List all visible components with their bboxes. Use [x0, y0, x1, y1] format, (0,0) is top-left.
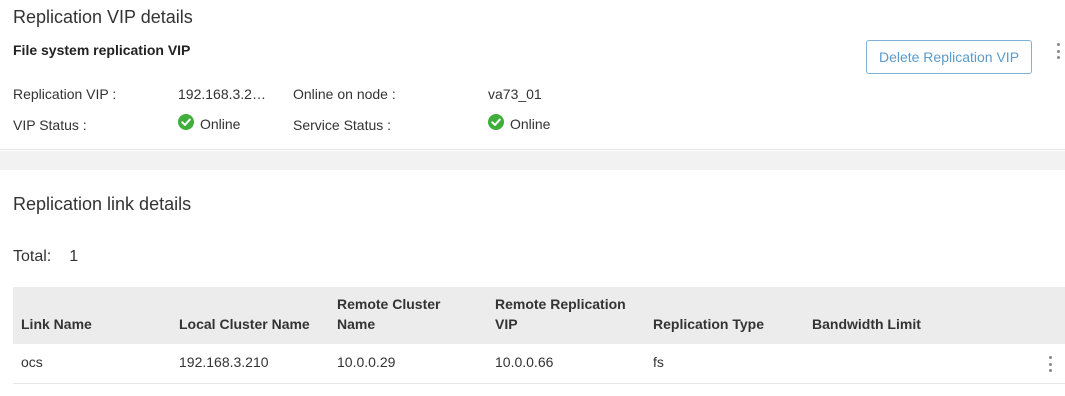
column-header-remote-replication-vip[interactable]: Remote Replication VIP — [495, 294, 645, 334]
total-label: Total: — [13, 248, 52, 265]
row-more-options-icon[interactable] — [1047, 356, 1053, 372]
replication-link-panel: Replication link details Total: 1 Link Na… — [0, 170, 1065, 396]
vip-status-value: Online — [200, 116, 241, 132]
cell-remote-vip: 10.0.0.66 — [495, 354, 554, 370]
column-header-local-cluster-name[interactable]: Local Cluster Name — [179, 314, 310, 334]
column-header-remote-cluster-name[interactable]: Remote Cluster Name — [337, 294, 467, 334]
service-status-label: Service Status : — [293, 117, 392, 133]
vip-status: Online — [178, 114, 241, 132]
total-value: 1 — [69, 248, 79, 265]
replication-vip-value: 192.168.3.2… — [178, 86, 266, 102]
column-header-replication-type[interactable]: Replication Type — [653, 314, 764, 334]
column-header-bandwidth-limit[interactable]: Bandwidth Limit — [812, 314, 921, 334]
link-section-title: Replication link details — [13, 194, 192, 214]
cell-local-cluster: 192.168.3.210 — [179, 354, 269, 370]
replication-vip-panel: Replication VIP details File system repl… — [0, 0, 1065, 150]
cell-remote-cluster: 10.0.0.29 — [337, 354, 396, 370]
delete-replication-vip-button[interactable]: Delete Replication VIP — [866, 40, 1032, 74]
replication-vip-label: Replication VIP : — [13, 86, 117, 102]
service-status: Online — [488, 114, 551, 132]
table-row[interactable]: ocs 192.168.3.210 10.0.0.29 10.0.0.66 fs — [13, 344, 1065, 384]
column-header-link-name[interactable]: Link Name — [21, 314, 92, 334]
check-circle-icon — [488, 114, 504, 130]
table-header: Link Name Local Cluster Name Remote Clus… — [13, 287, 1065, 344]
replication-link-table: Link Name Local Cluster Name Remote Clus… — [13, 287, 1065, 384]
vip-subtitle: File system replication VIP — [13, 42, 191, 58]
section-divider — [0, 151, 1065, 170]
online-node-value: va73_01 — [488, 86, 542, 102]
vip-section-title: Replication VIP details — [13, 7, 193, 27]
cell-replication-type: fs — [653, 354, 664, 370]
vip-more-options-icon[interactable] — [1055, 43, 1061, 59]
service-status-value: Online — [510, 116, 551, 132]
cell-link-name: ocs — [21, 354, 43, 370]
online-node-label: Online on node : — [293, 86, 396, 102]
vip-status-label: VIP Status : — [13, 117, 87, 133]
total-count: Total: 1 — [13, 248, 78, 266]
check-circle-icon — [178, 114, 194, 130]
